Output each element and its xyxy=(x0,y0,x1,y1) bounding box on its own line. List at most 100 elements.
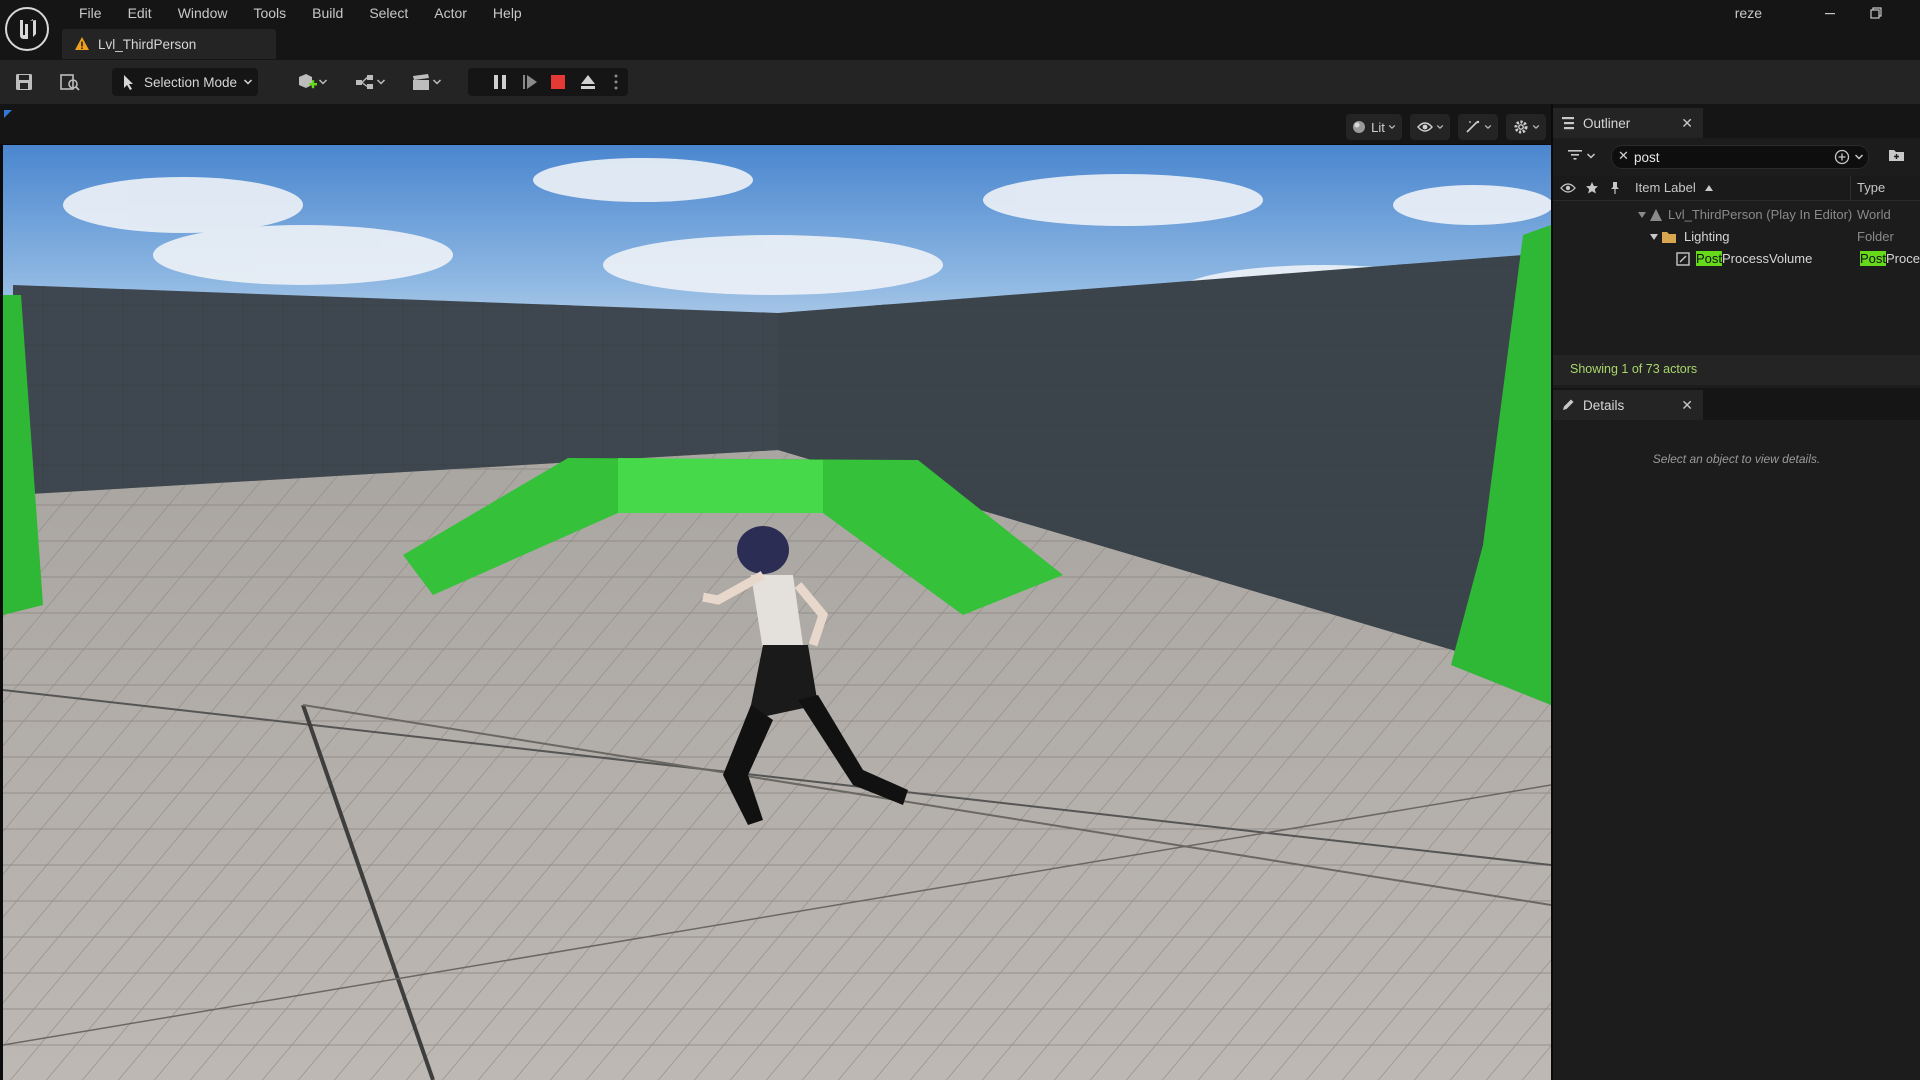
outliner-column-header: Item Label Type xyxy=(1553,176,1920,201)
snapping-button[interactable] xyxy=(1458,114,1498,140)
frame-advance-button[interactable] xyxy=(518,68,542,96)
details-title: Details xyxy=(1583,397,1625,413)
viewport-settings-button[interactable] xyxy=(1506,114,1546,140)
chevron-down-icon xyxy=(376,79,386,85)
chevron-down-icon xyxy=(318,79,328,85)
add-cube-icon xyxy=(299,74,317,89)
menu-window[interactable]: Window xyxy=(165,0,241,26)
save-icon xyxy=(16,74,32,90)
magic-wand-icon xyxy=(1465,120,1479,133)
main-toolbar: Selection Mode xyxy=(0,60,1920,104)
cinematics-button[interactable] xyxy=(406,68,446,96)
viewport-options-icon[interactable] xyxy=(4,110,12,118)
world-type: World xyxy=(1857,207,1891,222)
tree-row-world[interactable]: Lvl_ThirdPerson (Play In Editor) World xyxy=(1553,204,1920,226)
filter-icon[interactable] xyxy=(1567,148,1583,162)
star-icon[interactable] xyxy=(1585,181,1599,195)
pause-icon xyxy=(494,75,506,89)
level-warning-icon xyxy=(75,37,89,50)
search-match-highlight: Post xyxy=(1860,251,1887,266)
pause-button[interactable] xyxy=(488,68,512,96)
stop-icon xyxy=(551,75,565,89)
title-bar: File Edit Window Tools Build Select Acto… xyxy=(0,0,1920,60)
menu-tools[interactable]: Tools xyxy=(240,0,299,26)
menu-edit[interactable]: Edit xyxy=(115,0,165,26)
restore-icon xyxy=(1870,7,1882,19)
world-label: Lvl_ThirdPerson (Play In Editor) xyxy=(1668,207,1853,222)
menu-select[interactable]: Select xyxy=(356,0,421,26)
save-button[interactable] xyxy=(10,68,38,96)
lit-sphere-icon xyxy=(1353,121,1366,133)
folder-icon xyxy=(1662,232,1676,243)
menu-help[interactable]: Help xyxy=(480,0,535,26)
outliner-panel: Outliner ✕ ✕ Item Label Type Lvl_ThirdPe… xyxy=(1553,108,1920,388)
play-options-button[interactable] xyxy=(608,68,624,96)
outliner-status-bar: Showing 1 of 73 actors xyxy=(1553,355,1920,385)
chevron-down-icon xyxy=(1436,124,1443,130)
outliner-list-icon xyxy=(1562,117,1574,130)
chevron-down-icon xyxy=(1484,124,1491,130)
details-tab[interactable]: Details ✕ xyxy=(1553,390,1703,420)
selection-mode-dropdown[interactable]: Selection Mode xyxy=(112,68,258,96)
outliner-search-row: ✕ xyxy=(1553,142,1920,170)
selection-mode-label: Selection Mode xyxy=(144,74,238,90)
add-folder-icon[interactable] xyxy=(1888,147,1906,163)
minimize-button[interactable] xyxy=(1814,0,1846,26)
step-forward-icon xyxy=(523,75,537,89)
outliner-search-input[interactable] xyxy=(1634,148,1824,166)
menu-actor[interactable]: Actor xyxy=(421,0,480,26)
outliner-tab[interactable]: Outliner ✕ xyxy=(1553,108,1703,138)
chevron-down-icon[interactable] xyxy=(1586,151,1596,161)
lighting-label: Lighting xyxy=(1684,229,1730,244)
game-scene-render[interactable] xyxy=(3,145,1551,1080)
eject-icon xyxy=(581,75,595,89)
column-item-label[interactable]: Item Label xyxy=(1635,180,1696,195)
tree-row-lighting-folder[interactable]: Lighting Folder xyxy=(1553,226,1920,248)
restore-button[interactable] xyxy=(1860,0,1892,26)
chevron-down-icon xyxy=(1388,124,1396,130)
eject-button[interactable] xyxy=(576,68,600,96)
expand-arrow-icon[interactable] xyxy=(1649,233,1659,241)
level-tab[interactable]: Lvl_ThirdPerson xyxy=(62,29,276,59)
chevron-down-icon xyxy=(1532,124,1539,130)
user-name[interactable]: reze xyxy=(1735,5,1762,21)
chevron-down-icon[interactable] xyxy=(1854,152,1864,162)
expand-arrow-icon[interactable] xyxy=(1637,211,1647,219)
unreal-logo-icon[interactable] xyxy=(4,6,50,52)
clear-search-icon[interactable]: ✕ xyxy=(1618,148,1629,164)
view-mode-lit-button[interactable]: Lit xyxy=(1346,114,1402,140)
minimize-icon xyxy=(1825,13,1835,15)
details-panel: Details ✕ Select an object to view detai… xyxy=(1553,390,1920,1080)
outliner-title: Outliner xyxy=(1583,115,1631,131)
viewport-toolbar: Lit xyxy=(0,108,1551,144)
close-details-icon[interactable]: ✕ xyxy=(1681,397,1693,414)
more-vertical-icon xyxy=(614,74,618,90)
sort-ascending-icon[interactable] xyxy=(1705,185,1713,191)
actor-count-status: Showing 1 of 73 actors xyxy=(1570,362,1698,376)
cursor-arrow-icon xyxy=(124,75,133,90)
tree-row-postprocessvolume[interactable]: PostProcessVolume PostProcessVolume xyxy=(1553,248,1920,270)
add-actor-button[interactable] xyxy=(292,68,332,96)
menu-bar: File Edit Window Tools Build Select Acto… xyxy=(66,0,535,26)
visibility-eye-icon[interactable] xyxy=(1560,182,1576,194)
lighting-type: Folder xyxy=(1857,229,1894,244)
clapperboard-icon xyxy=(413,74,429,90)
close-outliner-icon[interactable]: ✕ xyxy=(1681,115,1693,132)
content-browser-button[interactable] xyxy=(56,68,84,96)
post-process-volume-icon xyxy=(1676,252,1690,266)
stop-button[interactable] xyxy=(546,68,570,96)
details-empty-message: Select an object to view details. xyxy=(1652,452,1821,466)
menu-build[interactable]: Build xyxy=(299,0,356,26)
pin-icon[interactable] xyxy=(1609,181,1621,195)
add-filter-icon[interactable] xyxy=(1834,149,1850,165)
level-tab-label: Lvl_ThirdPerson xyxy=(98,36,197,52)
blueprint-nodes-icon xyxy=(356,75,373,89)
chevron-down-icon xyxy=(244,79,253,85)
column-type[interactable]: Type xyxy=(1857,180,1885,195)
menu-file[interactable]: File xyxy=(66,0,115,26)
show-flags-button[interactable] xyxy=(1410,114,1450,140)
outliner-search-box[interactable]: ✕ xyxy=(1611,145,1869,169)
blueprints-button[interactable] xyxy=(350,68,390,96)
level-viewport[interactable]: Lit xyxy=(0,108,1551,1080)
view-mode-label: Lit xyxy=(1371,119,1385,135)
